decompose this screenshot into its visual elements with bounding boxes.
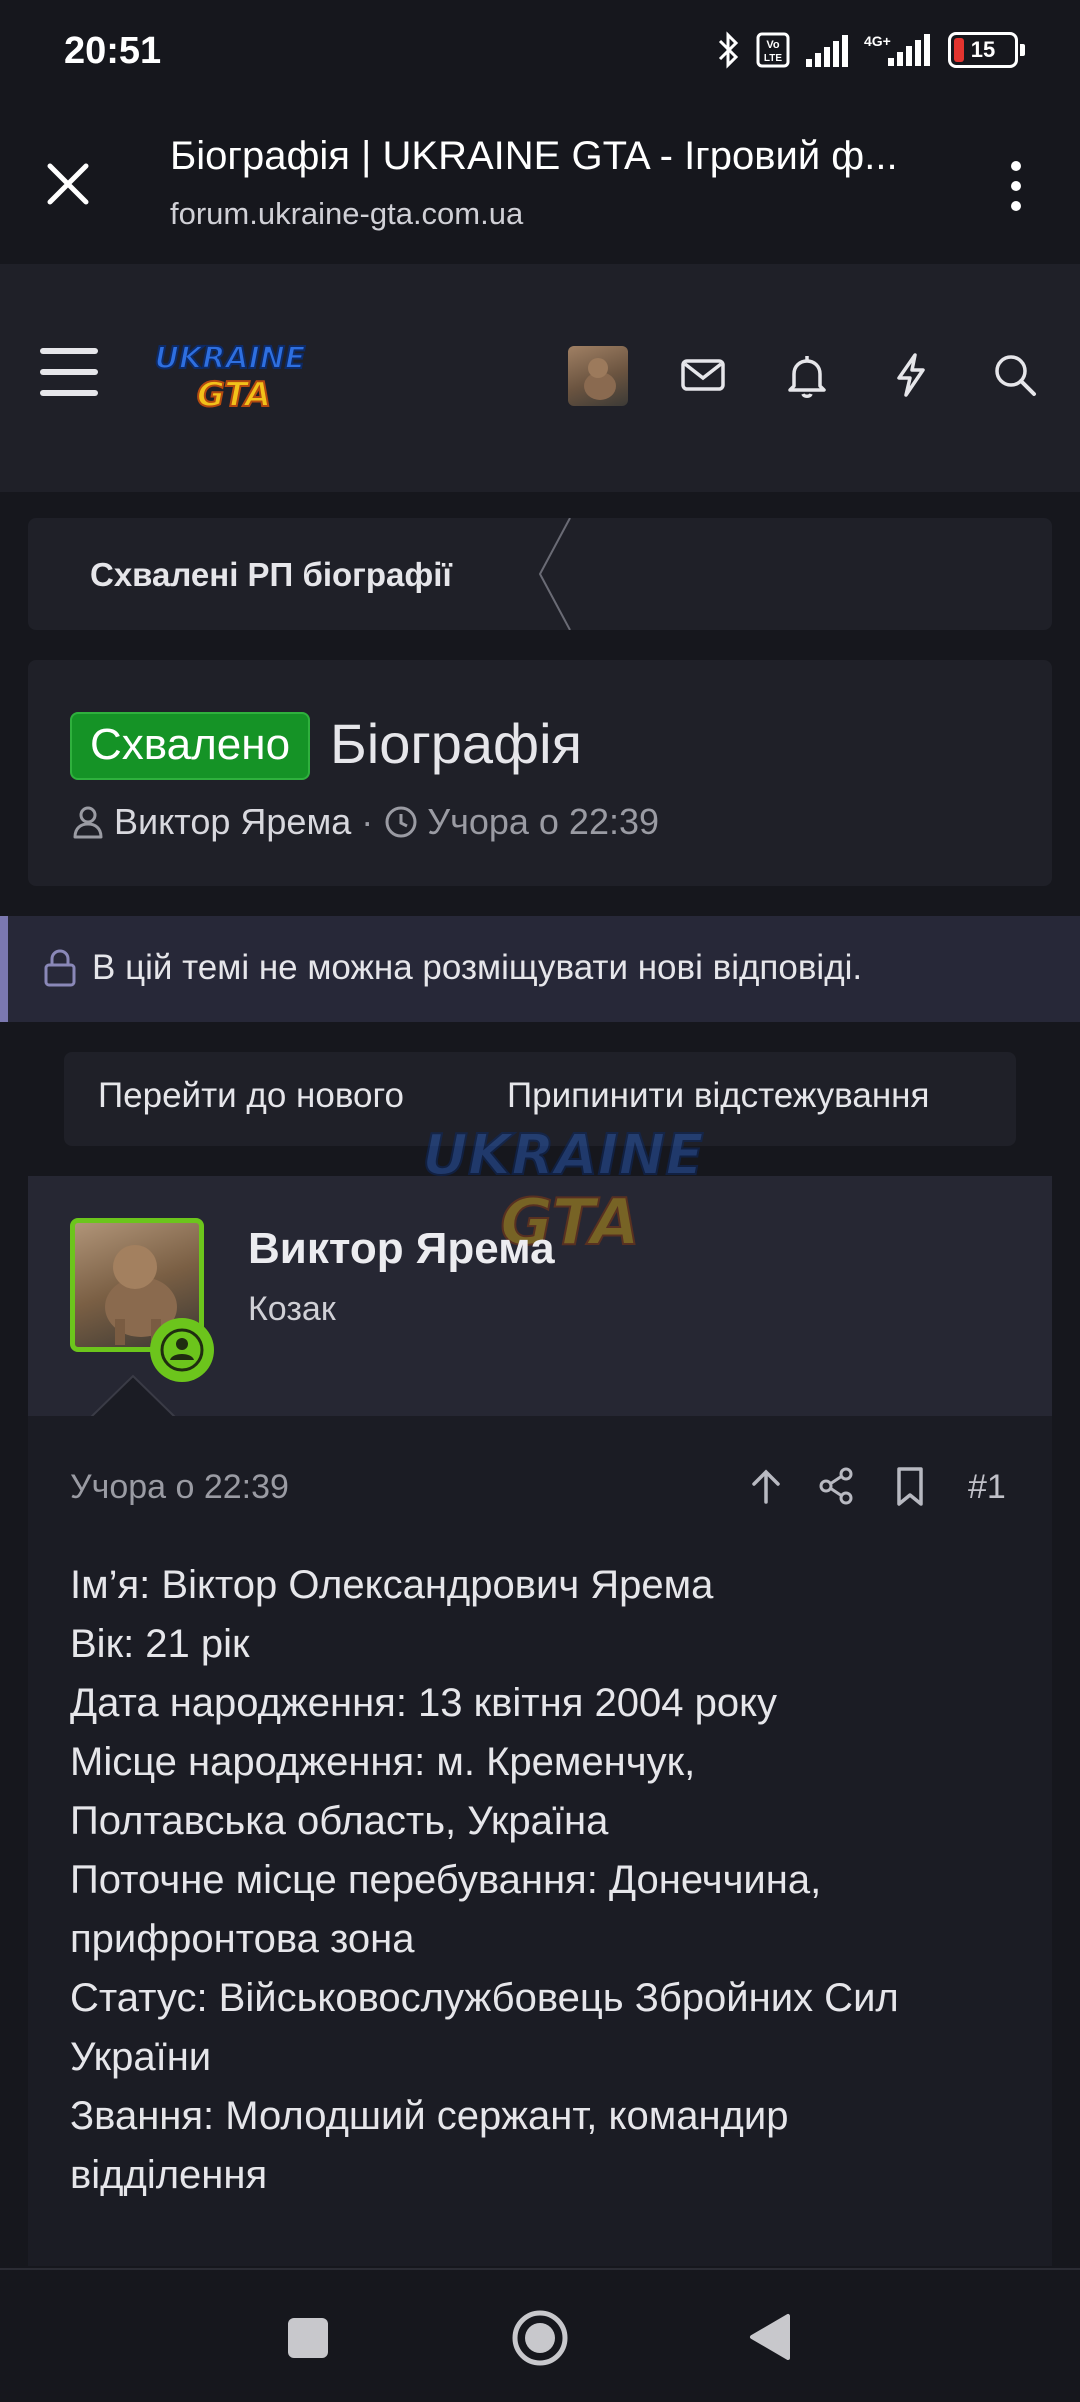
post-pointer-icon bbox=[90, 1374, 176, 1418]
thread-header: Схвалено Біографія Виктор Ярема · Учора … bbox=[28, 660, 1052, 886]
signal-4g-icon: 4G+ bbox=[864, 33, 930, 66]
post-line: Звання: Молодший сержант, командир bbox=[70, 2094, 789, 2138]
bell-icon[interactable] bbox=[782, 350, 832, 400]
battery-level: 15 bbox=[970, 37, 996, 62]
site-logo[interactable]: UKRAINE GTA bbox=[146, 330, 314, 420]
lock-icon bbox=[44, 949, 76, 987]
bookmark-icon[interactable] bbox=[888, 1464, 932, 1508]
svg-text:UKRAINE: UKRAINE bbox=[155, 341, 306, 376]
close-icon[interactable] bbox=[42, 158, 94, 210]
breadcrumb-arrow-icon bbox=[538, 518, 571, 630]
breadcrumb-link[interactable]: Схвалені РП біографії bbox=[90, 556, 452, 594]
go-to-new-button[interactable]: Перейти до нового bbox=[98, 1076, 404, 1116]
thread-author[interactable]: Виктор Ярема bbox=[114, 801, 351, 843]
post-line: Місце народження: м. Кременчук, bbox=[70, 1740, 696, 1784]
clock-icon bbox=[385, 806, 417, 838]
online-status-icon bbox=[150, 1318, 214, 1382]
post-line: прифронтова зона bbox=[70, 1917, 415, 1961]
bolt-icon[interactable] bbox=[886, 350, 936, 400]
more-menu-icon[interactable] bbox=[1000, 158, 1032, 214]
thread-meta: Виктор Ярема · Учора о 22:39 bbox=[70, 800, 659, 844]
svg-text:GTA: GTA bbox=[197, 375, 271, 415]
svg-text:UKRAINE: UKRAINE bbox=[422, 1123, 703, 1188]
volte-icon: Vo LTE bbox=[756, 32, 790, 68]
status-time: 20:51 bbox=[64, 30, 162, 72]
site-header: UKRAINE GTA bbox=[0, 264, 1080, 492]
post-line: відділення bbox=[70, 2153, 268, 2197]
browser-toolbar: Біографія | UKRAINE GTA - Ігровий ф... f… bbox=[0, 106, 1080, 264]
arrow-up-icon[interactable] bbox=[744, 1464, 788, 1508]
notice-text: В цій темі не можна розміщувати нові від… bbox=[92, 948, 863, 987]
back-button[interactable] bbox=[748, 2312, 792, 2362]
post-line: Ім’я: Віктор Олександрович Ярема bbox=[70, 1563, 714, 1607]
svg-text:4G+: 4G+ bbox=[864, 33, 891, 49]
post-user-title: Козак bbox=[248, 1290, 336, 1328]
breadcrumb: Схвалені РП біографії bbox=[28, 518, 1052, 630]
post-line: Вік: 21 рік bbox=[70, 1622, 250, 1666]
post-line: України bbox=[70, 2035, 212, 2079]
meta-separator: · bbox=[361, 801, 374, 842]
post-user-block: UKRAINE GTA Виктор Ярема Козак bbox=[28, 1122, 1052, 1418]
user-avatar[interactable] bbox=[568, 346, 628, 406]
status-icons: Vo LTE 4G+ 15 bbox=[716, 30, 1025, 70]
signal-icon bbox=[806, 35, 848, 67]
battery-icon: 15 bbox=[948, 32, 1025, 68]
mail-icon[interactable] bbox=[678, 350, 728, 400]
svg-text:Vo: Vo bbox=[766, 39, 780, 51]
share-icon[interactable] bbox=[814, 1464, 858, 1508]
status-badge[interactable]: Схвалено bbox=[70, 712, 311, 780]
recent-apps-button[interactable] bbox=[288, 2318, 328, 2358]
post-username[interactable]: Виктор Ярема bbox=[248, 1224, 555, 1274]
unwatch-button[interactable]: Припинити відстежування bbox=[507, 1076, 929, 1116]
post-body: Учора о 22:39 #1 Ім’я: Віктор Олександро… bbox=[28, 1416, 1052, 2266]
page-title-text: Біографія | UKRAINE GTA - Ігровий ф... bbox=[170, 134, 898, 178]
post-number[interactable]: #1 bbox=[968, 1468, 1006, 1507]
svg-text:LTE: LTE bbox=[764, 53, 782, 64]
post-line: Дата народження: 13 квітня 2004 року bbox=[70, 1681, 778, 1725]
post-line: Поточне місце перебування: Донеччина, bbox=[70, 1858, 822, 1902]
system-navigation-bar bbox=[0, 2268, 1080, 2402]
page-url[interactable]: forum.ukraine-gta.com.ua bbox=[170, 196, 523, 232]
thread-time[interactable]: Учора о 22:39 bbox=[427, 801, 659, 843]
thread-title: Біографія bbox=[330, 712, 582, 775]
home-button[interactable] bbox=[510, 2308, 570, 2368]
bluetooth-icon bbox=[718, 31, 739, 69]
user-icon bbox=[73, 806, 103, 839]
search-icon[interactable] bbox=[990, 350, 1040, 400]
status-bar: 20:51 Vo LTE 4G+ 15 bbox=[0, 0, 1080, 106]
post-content: Ім’я: Віктор Олександрович Ярема Вік: 21… bbox=[70, 1556, 1020, 2205]
post-line: Статус: Військовослужбовець Збройних Сил bbox=[70, 1976, 899, 2020]
menu-icon[interactable] bbox=[38, 344, 100, 400]
post-line: Полтавська область, Україна bbox=[70, 1799, 609, 1843]
post-date[interactable]: Учора о 22:39 bbox=[70, 1468, 289, 1507]
locked-notice: В цій темі не можна розміщувати нові від… bbox=[0, 916, 1080, 1022]
